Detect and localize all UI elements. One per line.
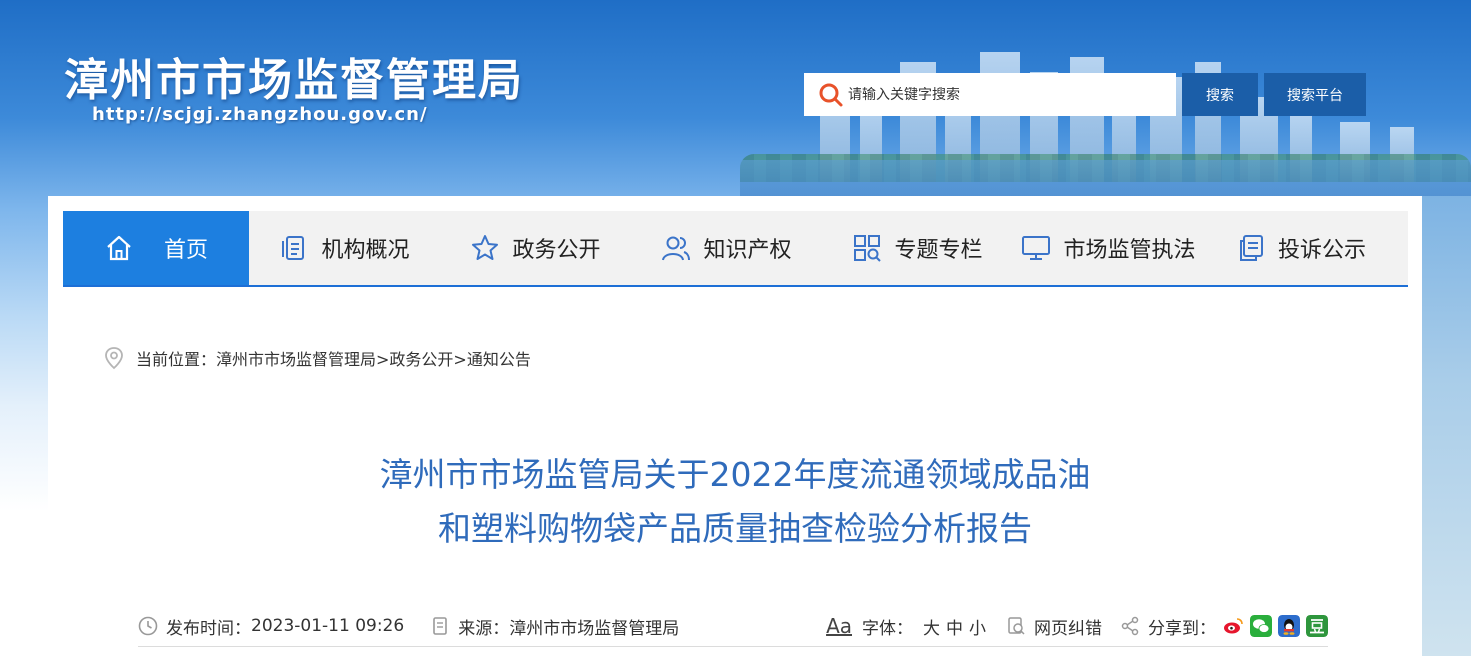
location-pin-icon bbox=[105, 347, 123, 370]
nav-item-law-enforcement[interactable]: 市场监管执法 bbox=[1013, 211, 1204, 285]
wechat-icon[interactable] bbox=[1250, 615, 1272, 637]
nav-label-intellectual-property: 知识产权 bbox=[703, 238, 792, 263]
breadcrumb: 当前位置： 漳州市市场监督管理局>政务公开>通知公告 bbox=[104, 346, 531, 370]
grid-search-icon bbox=[854, 235, 882, 262]
breadcrumb-path[interactable]: 漳州市市场监督管理局>政务公开>通知公告 bbox=[216, 346, 531, 370]
source-document-icon bbox=[433, 617, 448, 635]
users-icon bbox=[662, 236, 691, 261]
nav-item-home[interactable]: 首页 bbox=[63, 211, 249, 285]
article-title-line2: 和塑料购物袋产品质量抽查检验分析报告 bbox=[438, 509, 1032, 548]
article-source: 来源： 漳州市市场监督管理局 bbox=[430, 614, 679, 639]
site-url: http://scjgj.zhangzhou.gov.cn/ bbox=[92, 104, 428, 125]
share-label: 分享到： bbox=[1148, 618, 1216, 639]
source-value: 漳州市市场监督管理局 bbox=[509, 618, 680, 639]
nav-label-special-topics: 专题专栏 bbox=[894, 238, 983, 263]
publish-time-value: 2023-01-11 09:26 bbox=[251, 616, 405, 636]
article-title: 漳州市市场监管局关于2022年度流通领域成品油 和塑料购物袋产品质量抽查检验分析… bbox=[48, 448, 1422, 556]
publish-time: 发布时间： 2023-01-11 09:26 bbox=[138, 614, 404, 639]
copy-document-icon bbox=[1239, 235, 1263, 261]
article-title-line1: 漳州市市场监管局关于2022年度流通领域成品油 bbox=[379, 455, 1091, 494]
nav-label-home: 首页 bbox=[163, 238, 208, 263]
font-size-label: 字体： bbox=[862, 618, 913, 639]
search-platform-button[interactable]: 搜索平台 bbox=[1264, 73, 1366, 116]
document-list-icon bbox=[282, 236, 305, 260]
search-icon bbox=[819, 83, 843, 106]
search-input[interactable] bbox=[848, 86, 1148, 103]
side-scenery-image bbox=[1422, 196, 1471, 656]
font-size-large[interactable]: 大 bbox=[923, 614, 940, 639]
share-icon bbox=[1121, 616, 1139, 636]
error-report[interactable]: 网页纠错 bbox=[1006, 614, 1102, 639]
font-size-icon: Aa bbox=[826, 614, 852, 638]
breadcrumb-prefix: 当前位置： bbox=[136, 350, 217, 369]
nav-label-government-affairs: 政务公开 bbox=[512, 238, 601, 263]
article-meta: 发布时间： 2023-01-11 09:26 来源： 漳州市市场监督管理局 Aa… bbox=[138, 612, 1328, 640]
nav-item-organization[interactable]: 机构概况 bbox=[249, 211, 440, 285]
monitor-icon bbox=[1022, 236, 1051, 260]
source-label: 来源： bbox=[458, 618, 510, 639]
douban-icon[interactable] bbox=[1306, 615, 1328, 637]
nav-label-law-enforcement: 市场监管执法 bbox=[1063, 238, 1196, 263]
clock-icon bbox=[138, 616, 158, 636]
nav-label-organization: 机构概况 bbox=[321, 238, 410, 263]
error-report-icon bbox=[1008, 617, 1025, 635]
main-content: 首页 机构概况 政务公开 知识产权 专题专栏 市场监管执法 投诉公示 当前位置：… bbox=[48, 196, 1422, 656]
error-report-label: 网页纠错 bbox=[1034, 618, 1102, 639]
search-button[interactable]: 搜索 bbox=[1182, 73, 1258, 116]
qq-icon[interactable] bbox=[1278, 615, 1300, 637]
meta-divider bbox=[138, 646, 1328, 647]
nav-item-complaints[interactable]: 投诉公示 bbox=[1204, 211, 1398, 285]
nav-item-special-topics[interactable]: 专题专栏 bbox=[822, 211, 1013, 285]
nav-item-government-affairs[interactable]: 政务公开 bbox=[440, 211, 631, 285]
nav-label-complaints: 投诉公示 bbox=[1277, 238, 1366, 263]
weibo-icon[interactable] bbox=[1222, 615, 1244, 637]
main-nav: 首页 机构概况 政务公开 知识产权 专题专栏 市场监管执法 投诉公示 bbox=[63, 211, 1408, 287]
search-bar bbox=[804, 73, 1176, 116]
nav-item-intellectual-property[interactable]: 知识产权 bbox=[631, 211, 822, 285]
share-section: 分享到： bbox=[1120, 614, 1328, 639]
font-size-controls: Aa 字体： 大 中 小 bbox=[826, 614, 986, 639]
site-title: 漳州市市场监督管理局 bbox=[64, 55, 524, 106]
publish-time-label: 发布时间： bbox=[166, 618, 251, 639]
star-icon bbox=[472, 235, 499, 260]
font-size-small[interactable]: 小 bbox=[969, 614, 986, 639]
home-icon bbox=[107, 235, 131, 261]
font-size-medium[interactable]: 中 bbox=[946, 614, 963, 639]
